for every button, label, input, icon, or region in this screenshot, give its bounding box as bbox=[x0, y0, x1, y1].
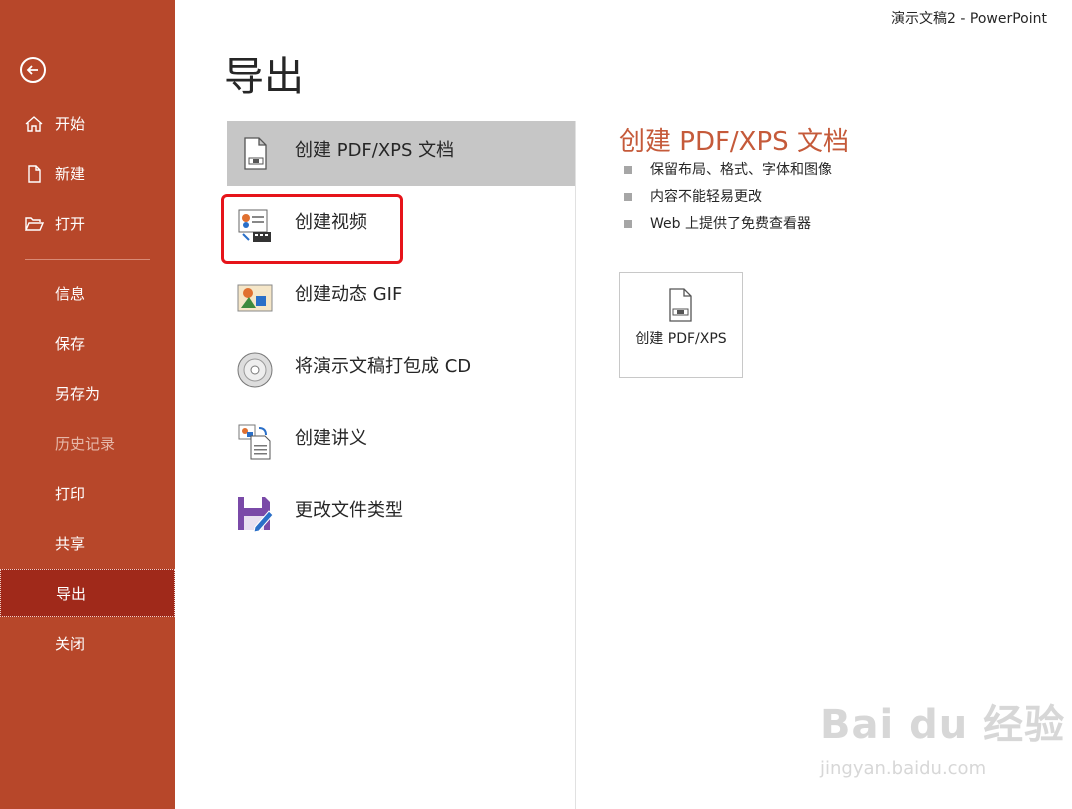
bullet-square-icon bbox=[624, 193, 632, 201]
gif-image-icon bbox=[237, 284, 273, 312]
sidebar-item-label: 共享 bbox=[55, 535, 86, 553]
baidu-watermark: Bai du 经验 jingyan.baidu.com bbox=[820, 692, 1066, 779]
option-label: 创建讲义 bbox=[295, 428, 367, 449]
option-label: 更改文件类型 bbox=[295, 500, 403, 521]
bullet-item: 内容不能轻易更改 bbox=[622, 185, 832, 212]
sidebar-item-open[interactable]: 打开 bbox=[0, 200, 175, 248]
sidebar-divider bbox=[25, 259, 150, 260]
bullet-text: Web 上提供了免费查看器 bbox=[650, 216, 811, 232]
sidebar-item-new[interactable]: 新建 bbox=[0, 150, 175, 198]
option-package-cd[interactable]: 将演示文稿打包成 CD bbox=[227, 337, 576, 402]
sidebar-item-label: 信息 bbox=[55, 285, 86, 303]
option-create-gif[interactable]: 创建动态 GIF bbox=[227, 265, 576, 330]
sidebar-item-label: 关闭 bbox=[55, 635, 86, 653]
sidebar-item-label: 打开 bbox=[55, 215, 86, 233]
sidebar-item-label: 打印 bbox=[55, 485, 86, 503]
bullet-item: Web 上提供了免费查看器 bbox=[622, 212, 832, 239]
watermark-url: jingyan.baidu.com bbox=[820, 758, 987, 779]
sidebar-item-history: 历史记录 bbox=[0, 420, 175, 468]
pdf-document-icon bbox=[244, 137, 267, 170]
pdf-document-icon bbox=[669, 288, 692, 322]
handout-icon bbox=[238, 424, 271, 460]
highlight-annotation bbox=[221, 194, 403, 264]
sidebar-item-label: 历史记录 bbox=[55, 435, 116, 453]
watermark-main: Bai du 经验 bbox=[820, 702, 1066, 748]
home-icon bbox=[25, 116, 43, 132]
folder-open-icon bbox=[24, 217, 44, 231]
arrow-left-icon bbox=[26, 65, 38, 75]
sidebar-item-label: 保存 bbox=[55, 335, 86, 353]
sidebar-item-label: 导出 bbox=[56, 585, 87, 603]
option-create-pdf-xps[interactable]: 创建 PDF/XPS 文档 bbox=[227, 121, 576, 186]
sidebar-item-share[interactable]: 共享 bbox=[0, 520, 175, 568]
panel-divider bbox=[575, 121, 576, 809]
backstage-sidebar: 开始 新建 打开 信息 保存 另存为 历史记录 打印 共享 导出 关闭 bbox=[0, 0, 175, 809]
button-label: 创建 PDF/XPS bbox=[635, 331, 727, 347]
page-title: 导出 bbox=[224, 54, 304, 100]
create-pdf-xps-button[interactable]: 创建 PDF/XPS bbox=[619, 272, 743, 378]
bullet-text: 内容不能轻易更改 bbox=[650, 189, 762, 205]
option-label: 创建动态 GIF bbox=[295, 284, 403, 305]
save-file-type-icon bbox=[238, 497, 274, 533]
bullet-square-icon bbox=[624, 220, 632, 228]
cd-disc-icon bbox=[237, 352, 273, 388]
new-file-icon bbox=[28, 165, 41, 183]
bullet-square-icon bbox=[624, 166, 632, 174]
sidebar-item-save[interactable]: 保存 bbox=[0, 320, 175, 368]
sidebar-item-info[interactable]: 信息 bbox=[0, 270, 175, 318]
option-change-file-type[interactable]: 更改文件类型 bbox=[227, 481, 576, 546]
sidebar-item-close[interactable]: 关闭 bbox=[0, 620, 175, 668]
detail-title: 创建 PDF/XPS 文档 bbox=[619, 127, 849, 157]
back-button[interactable] bbox=[20, 57, 46, 83]
sidebar-item-print[interactable]: 打印 bbox=[0, 470, 175, 518]
option-create-handout[interactable]: 创建讲义 bbox=[227, 409, 576, 474]
bullet-text: 保留布局、格式、字体和图像 bbox=[650, 162, 832, 178]
sidebar-item-export[interactable]: 导出 bbox=[0, 569, 175, 617]
option-label: 创建 PDF/XPS 文档 bbox=[295, 140, 455, 161]
bullet-item: 保留布局、格式、字体和图像 bbox=[622, 158, 832, 185]
sidebar-item-label: 另存为 bbox=[55, 385, 101, 403]
sidebar-item-label: 开始 bbox=[55, 115, 86, 133]
detail-bullets: 保留布局、格式、字体和图像 内容不能轻易更改 Web 上提供了免费查看器 bbox=[622, 158, 832, 239]
sidebar-item-label: 新建 bbox=[55, 165, 86, 183]
window-title: 演示文稿2 - PowerPoint bbox=[891, 11, 1047, 27]
sidebar-item-save-as[interactable]: 另存为 bbox=[0, 370, 175, 418]
sidebar-item-home[interactable]: 开始 bbox=[0, 100, 175, 148]
option-label: 将演示文稿打包成 CD bbox=[295, 356, 472, 377]
